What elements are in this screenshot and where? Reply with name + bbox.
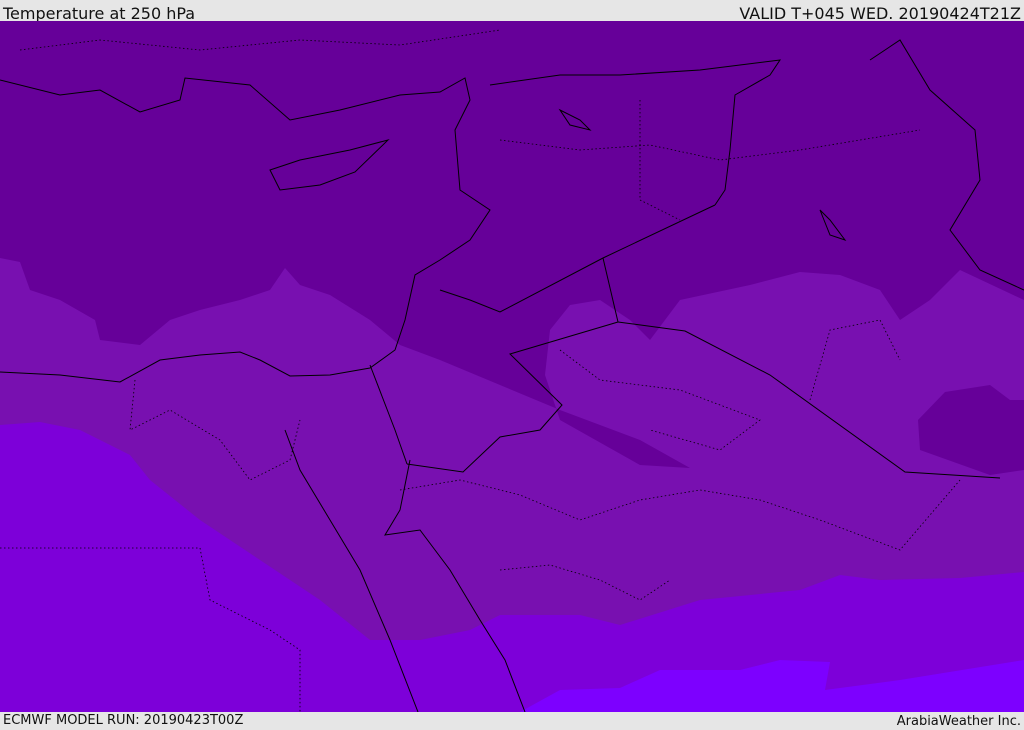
footer-bar: ECMWF MODEL RUN: 20190423T00Z ArabiaWeat… — [0, 712, 1024, 729]
credit: ArabiaWeather Inc. — [896, 714, 1021, 729]
model-run: ECMWF MODEL RUN: 20190423T00Z — [3, 713, 244, 728]
temperature-map — [0, 21, 1024, 712]
header-bar: Temperature at 250 hPa VALID T+045 WED. … — [0, 0, 1024, 23]
